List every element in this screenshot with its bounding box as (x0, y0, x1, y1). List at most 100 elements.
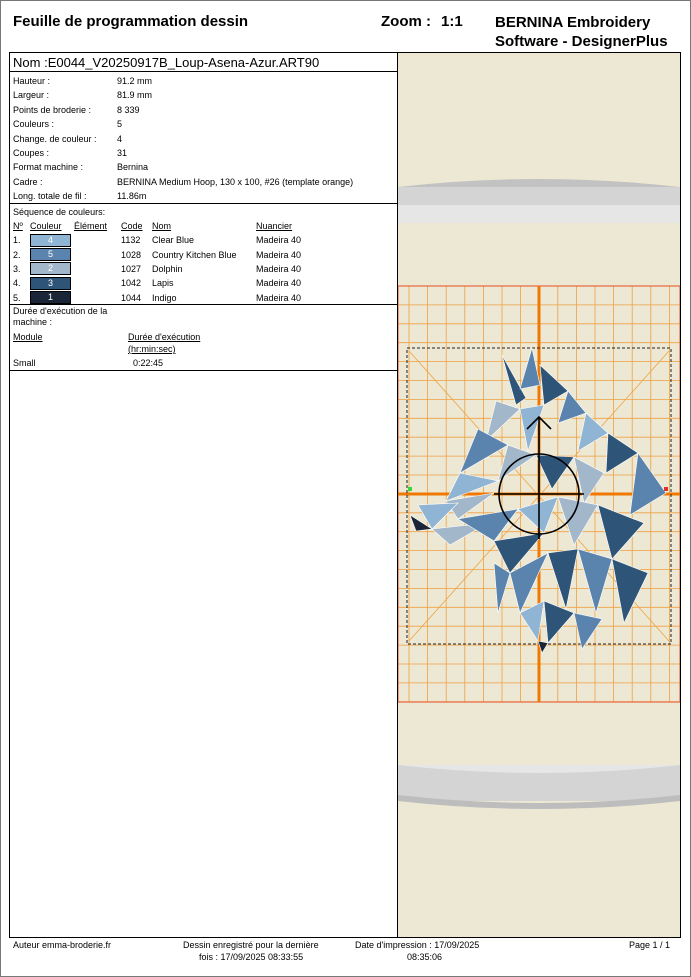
execution-title-line-1: Durée d'exécution de la (13, 306, 108, 316)
info-label: Points de broderie : (13, 104, 92, 115)
color-swatch: 1 (30, 291, 71, 305)
col-header-color: Couleur (30, 221, 62, 231)
table-row: 4. 3 1042 Lapis Madeira 40 (13, 276, 301, 290)
row-code: 1028 (121, 249, 142, 260)
info-value: 31 (117, 147, 128, 158)
table-row: 1. 4 1132 Clear Blue Madeira 40 (13, 233, 301, 247)
col-header-element: Élément (74, 221, 108, 231)
info-value: BERNINA Medium Hoop, 130 x 100, #26 (tem… (117, 176, 354, 187)
table-row: 5. 1 1044 Indigo Madeira 40 (13, 291, 301, 305)
row-name: Clear Blue (152, 235, 195, 246)
page-header: Feuille de programmation dessin Zoom : 1… (0, 0, 691, 52)
info-row: Hauteur : 91.2 mm (13, 74, 397, 88)
hoop-top-curve (398, 179, 680, 187)
color-swatch: 5 (30, 248, 71, 262)
color-sequence-title: Séquence de couleurs: (13, 207, 106, 217)
row-code: 1042 (121, 278, 142, 289)
row-chart: Madeira 40 (256, 263, 302, 274)
row-chart: Madeira 40 (256, 292, 302, 303)
info-row: Change. de couleur : 4 (13, 132, 397, 146)
row-code: 1027 (121, 263, 142, 274)
footer-saved-line-2: fois : 17/09/2025 08:33:55 (199, 952, 304, 962)
hoop-top-inner (398, 205, 680, 223)
module-header: Module (13, 332, 43, 342)
col-header-name: Nom (152, 221, 172, 231)
zoom-label: Zoom : (381, 13, 431, 30)
row-chart: Madeira 40 (256, 278, 302, 289)
row-name: Dolphin (152, 263, 183, 274)
execution-row: Small 0:22:45 (13, 356, 397, 370)
info-value: 81.9 mm (117, 90, 153, 101)
row-code: 1044 (121, 292, 142, 303)
module-value: Small (13, 358, 36, 368)
design-name-value: :E0044_V20250917B_Loup-Asena-Azur.ART90 (44, 55, 320, 70)
design-info: Hauteur : 91.2 mm Largeur : 81.9 mm Points… (13, 74, 397, 204)
duration-header-line-2: (hr:min:sec) (128, 344, 176, 354)
row-chart: Madeira 40 (256, 235, 302, 246)
design-preview (398, 53, 680, 937)
row-code: 1132 (121, 235, 141, 246)
footer-author: Auteur emma-broderie.fr (13, 940, 112, 950)
design-name: Nom :E0044_V20250917B_Loup-Asena-Azur.AR… (10, 53, 397, 72)
page-footer: Auteur emma-broderie.fr Dessin enregistr… (0, 938, 691, 977)
brand-line-2: Software - DesignerPlus (495, 33, 668, 50)
footer-saved-line-1: Dessin enregistré pour la dernière (183, 940, 319, 950)
info-row: Long. totale de fil : 11.86m (13, 189, 397, 203)
page-title: Feuille de programmation dessin (13, 13, 249, 30)
info-label: Hauteur : (13, 76, 51, 86)
design-name-label: Nom (13, 55, 41, 70)
info-value: 4 (117, 133, 123, 144)
row-no: 2. (13, 249, 21, 260)
execution-header: Module Durée d'exécution (hr:min:sec) (13, 332, 397, 356)
info-row: Coupes : 31 (13, 146, 397, 160)
info-row: Cadre : BERNINA Medium Hoop, 130 x 100, #… (13, 175, 397, 189)
color-swatch: 3 (30, 276, 71, 290)
info-row: Couleurs : 5 (13, 117, 397, 131)
brand: BERNINA Embroidery Software - DesignerPl… (495, 13, 668, 51)
row-no: 1. (13, 235, 21, 246)
col-header-no: Nº (13, 221, 23, 231)
divider (10, 370, 397, 371)
row-chart: Madeira 40 (256, 249, 302, 260)
end-marker (664, 487, 668, 491)
execution-time: Durée d'exécution de la machine : Module… (13, 306, 397, 370)
divider (10, 304, 397, 305)
info-label: Couleurs : (13, 119, 55, 130)
info-label: Long. totale de fil : (13, 191, 87, 202)
row-name: Lapis (152, 278, 174, 289)
info-value: 8 339 (117, 104, 140, 115)
info-label: Largeur : (13, 90, 50, 101)
info-row: Format machine : Bernina (13, 160, 397, 174)
info-label: Format machine : (13, 162, 84, 173)
color-sequence: Séquence de couleurs: Nº Couleur Élément… (13, 205, 397, 305)
color-swatch: 4 (30, 233, 71, 247)
info-row: Largeur : 81.9 mm (13, 88, 397, 102)
brand-line-1: BERNINA Embroidery (495, 14, 651, 31)
duration-value: 0:22:45 (133, 358, 164, 368)
table-header-row: Nº Couleur Élément Code Nom Nuancier (13, 219, 301, 233)
row-name: Indigo (152, 292, 177, 303)
row-no: 5. (13, 292, 21, 303)
row-no: 3. (13, 263, 21, 274)
footer-printed-line-1: Date d'impression : 17/09/2025 (355, 940, 480, 950)
program-sheet: Nom :E0044_V20250917B_Loup-Asena-Azur.AR… (9, 52, 681, 938)
row-no: 4. (13, 278, 21, 289)
details-pane: Nom :E0044_V20250917B_Loup-Asena-Azur.AR… (10, 53, 398, 937)
col-header-chart: Nuancier (256, 221, 293, 231)
info-row: Points de broderie : 8 339 (13, 103, 397, 117)
info-label: Coupes : (13, 147, 50, 158)
info-value: 91.2 mm (117, 76, 153, 86)
zoom-value: 1:1 (441, 13, 463, 30)
footer-page: Page 1 / 1 (629, 940, 671, 950)
info-label: Change. de couleur : (13, 133, 97, 144)
hoop-preview-svg (398, 179, 680, 809)
info-label: Cadre : (13, 176, 43, 187)
info-value: Bernina (117, 162, 149, 173)
table-row: 2. 5 1028 Country Kitchen Blue Madeira 4… (13, 247, 302, 262)
col-header-code: Code (121, 221, 143, 231)
color-swatch: 2 (30, 262, 71, 276)
info-value: 5 (117, 119, 123, 130)
start-marker (408, 487, 412, 491)
execution-title-line-2: machine : (13, 317, 53, 327)
divider (10, 203, 397, 204)
